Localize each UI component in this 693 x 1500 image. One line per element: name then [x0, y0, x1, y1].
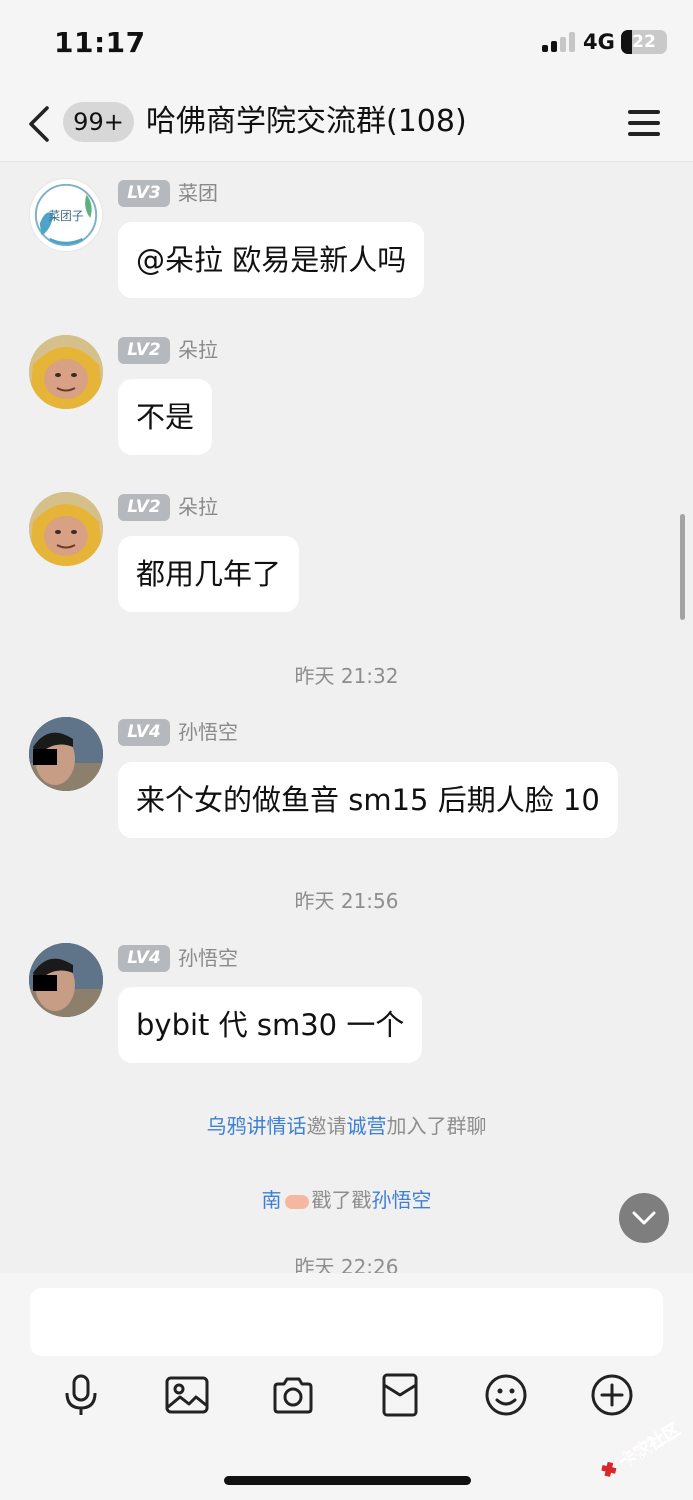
avatar-duola[interactable] [29, 492, 103, 566]
voice-button[interactable] [57, 1371, 105, 1419]
camera-button[interactable] [269, 1371, 317, 1419]
emoji-button[interactable] [482, 1371, 530, 1419]
invite-suffix: 加入了群聊 [386, 1114, 487, 1138]
watermark: 卡农社区 [601, 1419, 684, 1477]
network-type: 4G [583, 30, 615, 54]
message-bubble[interactable]: 都用几年了 [118, 536, 300, 612]
poke-target-link[interactable]: 孙悟空 [372, 1188, 432, 1212]
message-bubble[interactable]: @朵拉 欧易是新人吗 [118, 222, 425, 298]
back-button[interactable] [26, 104, 54, 144]
camera-icon [273, 1377, 313, 1414]
avatar-caituan[interactable]: 菜团子 [29, 178, 103, 252]
status-bar: 11:17 4G 22 [0, 0, 693, 88]
message-input[interactable] [30, 1288, 663, 1356]
poke-actor-link[interactable]: 南 [262, 1188, 282, 1212]
unread-count-badge[interactable]: 99+ [63, 102, 134, 142]
scroll-to-bottom-button[interactable] [619, 1193, 669, 1243]
scrollbar[interactable] [680, 514, 685, 620]
level-badge: LV2 [118, 337, 170, 364]
avatar-duola[interactable] [29, 335, 103, 409]
message-bubble[interactable]: 来个女的做鱼音 sm15 后期人脸 10 [118, 762, 618, 838]
red-packet-icon [382, 1373, 418, 1417]
level-badge: LV4 [118, 945, 170, 972]
avatar-sunwukong[interactable] [29, 717, 103, 791]
sender-name[interactable]: 孙悟空 [178, 945, 238, 972]
chevron-down-icon [632, 1211, 656, 1225]
group-title: 哈佛商学院交流群(108) [146, 104, 467, 139]
chevron-left-icon [29, 106, 49, 142]
timestamp: 昨天 21:56 [294, 889, 399, 913]
sender-name[interactable]: 朵拉 [178, 337, 218, 364]
message-bubble[interactable]: bybit 代 sm30 一个 [118, 987, 423, 1063]
menu-button[interactable] [628, 108, 662, 138]
level-badge: LV2 [118, 494, 170, 521]
cellular-signal-icon [542, 32, 576, 52]
status-time: 11:17 [54, 26, 146, 59]
emoji-icon [485, 1374, 527, 1416]
poke-hand-icon [284, 1194, 309, 1209]
red-packet-button[interactable] [376, 1371, 424, 1419]
avatar-sunwukong[interactable] [29, 943, 103, 1017]
invite-verb: 邀请 [306, 1114, 347, 1138]
level-badge: LV4 [118, 719, 170, 746]
inviter-link[interactable]: 乌鸦讲情话 [207, 1114, 307, 1138]
battery-level: 22 [632, 32, 656, 52]
watermark-text: 卡农社区 [615, 1419, 684, 1473]
invitee-link[interactable]: 诚营 [347, 1114, 387, 1138]
timestamp: 昨天 21:32 [294, 664, 399, 688]
system-message-invite: 乌鸦讲情话邀请诚营加入了群聊 [0, 1110, 693, 1139]
microphone-icon [65, 1374, 97, 1415]
system-message-poke: 南 戳了戳孙悟空 [0, 1184, 693, 1213]
message-bubble[interactable]: 不是 [118, 379, 213, 455]
chat-header: 99+ 哈佛商学院交流群(108) [0, 88, 693, 162]
battery-icon: 22 [621, 30, 667, 54]
poke-verb: 戳了戳 [311, 1188, 372, 1212]
sender-name[interactable]: 孙悟空 [178, 719, 238, 746]
level-badge: LV3 [118, 180, 170, 207]
sender-name[interactable]: 朵拉 [178, 494, 218, 521]
image-button[interactable] [163, 1371, 211, 1419]
home-indicator[interactable] [224, 1476, 471, 1485]
image-icon [165, 1376, 209, 1414]
sender-name[interactable]: 菜团 [178, 180, 218, 207]
avatar-logo-text: 菜团子 [49, 209, 84, 223]
hamburger-menu-icon [628, 110, 660, 114]
